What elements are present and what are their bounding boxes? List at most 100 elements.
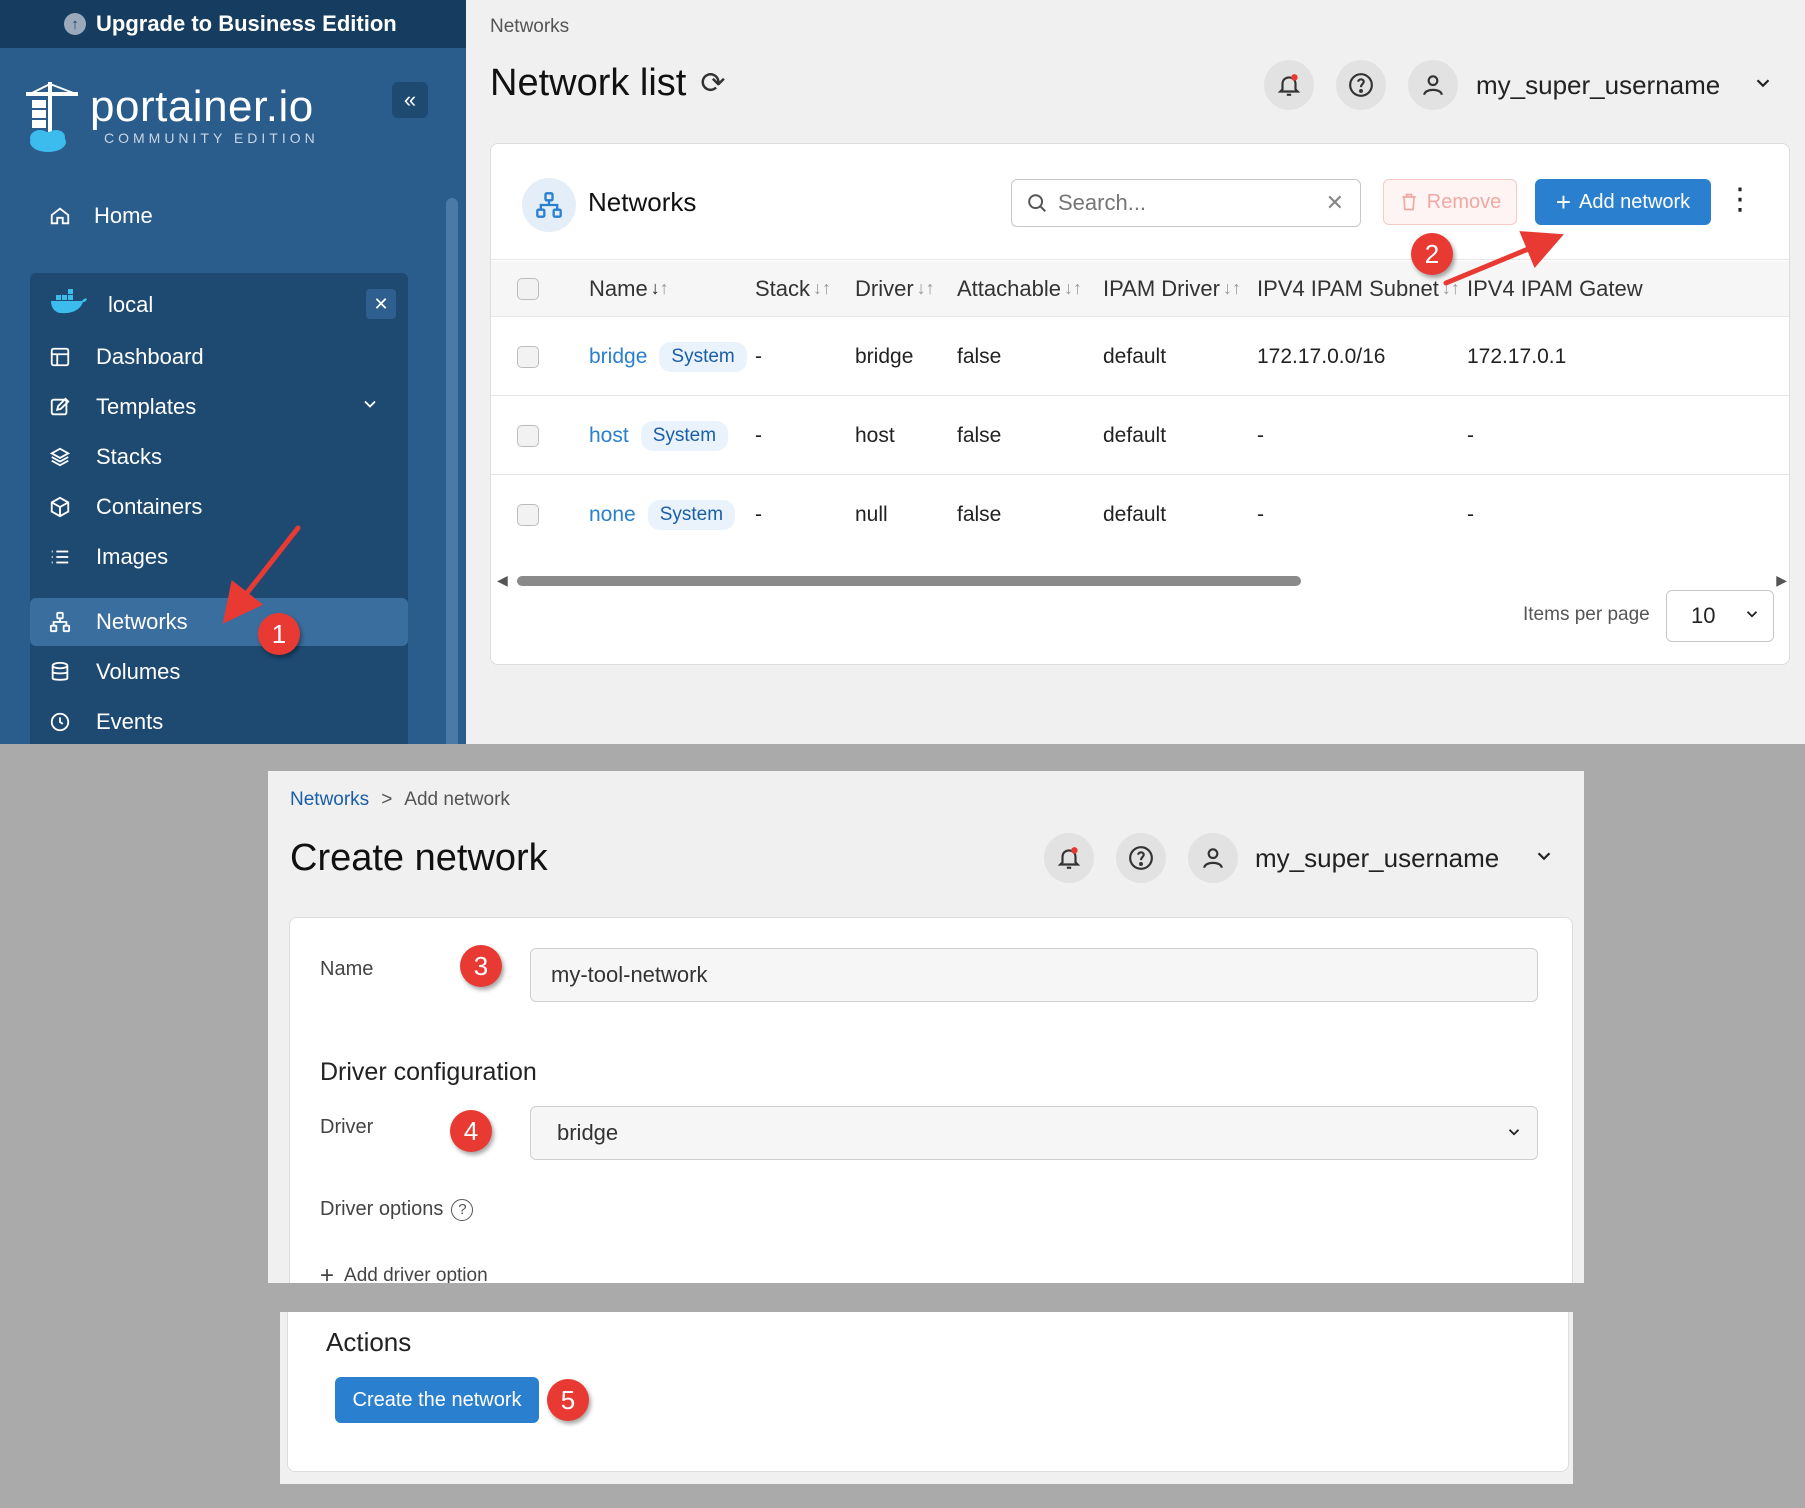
driver-configuration-title: Driver configuration (320, 1058, 537, 1086)
ipam-driver-cell: default (1103, 423, 1167, 447)
network-link[interactable]: bridge (589, 345, 647, 369)
page-title: Create network (290, 837, 548, 879)
driver-select[interactable]: bridge (530, 1106, 1538, 1160)
row-checkbox[interactable] (517, 318, 539, 395)
network-link[interactable]: host (589, 424, 629, 448)
close-icon: ✕ (373, 293, 389, 314)
sidebar-item-containers[interactable]: Containers (30, 483, 408, 531)
attachable-cell: false (957, 503, 1002, 526)
page-title-text: Network list (490, 62, 687, 104)
sort-icon: ↓↑ (1063, 278, 1082, 298)
add-driver-option-button[interactable]: + Add driver option (320, 1262, 488, 1283)
close-environment-button[interactable]: ✕ (366, 289, 396, 319)
sidebar: ↑ Upgrade to Business Edition portainer.… (0, 0, 466, 744)
chevron-down-icon[interactable] (1533, 845, 1555, 873)
sidebar-item-home[interactable]: Home (46, 196, 153, 236)
sidebar-item-networks[interactable]: Networks (30, 598, 408, 646)
remove-button[interactable]: Remove (1383, 179, 1517, 225)
sidebar-item-label: Volumes (96, 659, 181, 684)
help-button[interactable] (1116, 833, 1166, 883)
environment-header[interactable]: local (50, 285, 153, 325)
row-checkbox[interactable] (517, 397, 539, 474)
table-row: none System - null false default - - (491, 476, 1789, 554)
user-name[interactable]: my_super_username (1476, 70, 1720, 101)
name-input[interactable] (531, 962, 1537, 988)
attachable-cell: false (957, 423, 1002, 447)
upgrade-banner[interactable]: ↑ Upgrade to Business Edition (0, 0, 466, 48)
chevron-down-icon[interactable] (1752, 72, 1774, 100)
breadcrumb-current: Add network (404, 789, 510, 810)
sidebar-item-label: Templates (96, 394, 197, 419)
sidebar-scrollbar[interactable] (446, 198, 458, 744)
user-name[interactable]: my_super_username (1255, 843, 1499, 874)
search-icon (1028, 194, 1046, 212)
driver-cell: null (855, 503, 888, 526)
sort-icon: ↓↑ (1441, 278, 1460, 298)
name-field[interactable] (530, 948, 1538, 1002)
dashboard-icon (46, 346, 74, 368)
user-avatar[interactable] (1408, 60, 1458, 110)
items-per-page-select[interactable]: 10 (1666, 590, 1774, 642)
row-checkbox[interactable] (517, 476, 539, 554)
driver-value: bridge (557, 1120, 619, 1145)
column-header-name[interactable]: Name ↓↑ (589, 261, 669, 316)
page-title: Network list ⟳ (490, 62, 726, 105)
step-marker: 5 (547, 1379, 589, 1421)
step-marker: 4 (450, 1110, 492, 1152)
ipam-driver-cell: default (1103, 503, 1167, 526)
name-cell: bridge System (589, 318, 747, 395)
sidebar-item-label: Dashboard (96, 344, 204, 369)
subnet-cell: - (1257, 423, 1264, 447)
search-input[interactable] (1058, 190, 1308, 216)
card-header: Networks ✕ Remove + Add network ⋮ (491, 144, 1789, 260)
sort-icon: ↓↑ (813, 278, 832, 298)
chevron-down-icon (1505, 1123, 1523, 1146)
column-header-attachable[interactable]: Attachable ↓↑ (957, 261, 1082, 316)
help-button[interactable] (1336, 60, 1386, 110)
logo-subtitle: COMMUNITY EDITION (104, 130, 319, 146)
breadcrumb-networks-link[interactable]: Networks (290, 789, 369, 810)
more-options-icon[interactable]: ⋮ (1725, 182, 1755, 217)
select-all-checkbox[interactable] (517, 261, 539, 316)
sidebar-item-stacks[interactable]: Stacks (30, 433, 408, 481)
sidebar-item-label: Events (96, 709, 164, 734)
help-circle-icon[interactable]: ? (451, 1198, 474, 1221)
sort-icon: ↓↑ (650, 278, 669, 298)
home-icon (46, 205, 74, 227)
table-header: Name ↓↑ Stack ↓↑ Driver ↓↑ Attachable ↓↑ IPA… (491, 261, 1789, 317)
user-avatar[interactable] (1188, 833, 1238, 883)
subnet-cell: 172.17.0.0/16 (1257, 344, 1386, 368)
collapse-sidebar-button[interactable]: « (392, 82, 428, 118)
items-per-page-label: Items per page (1523, 604, 1650, 625)
scroll-left-icon[interactable]: ◀ (497, 572, 508, 589)
create-network-button[interactable]: Create the network (335, 1377, 539, 1423)
stacks-icon (46, 446, 74, 468)
chevron-down-icon[interactable] (360, 394, 380, 420)
main-content: Networks Network list ⟳ my_super_usernam… (466, 0, 1805, 744)
sidebar-item-events[interactable]: Events (30, 698, 408, 744)
sidebar-item-label: Networks (96, 609, 188, 634)
portainer-logo[interactable]: portainer.io COMMUNITY EDITION (26, 80, 346, 160)
column-header-driver[interactable]: Driver ↓↑ (855, 261, 935, 316)
networks-icon (46, 611, 74, 633)
sidebar-item-images[interactable]: Images (30, 533, 408, 581)
sidebar-item-dashboard[interactable]: Dashboard (30, 333, 408, 381)
sidebar-item-volumes[interactable]: Volumes (30, 648, 408, 696)
clear-search-icon[interactable]: ✕ (1326, 190, 1344, 216)
notifications-button[interactable] (1264, 60, 1314, 110)
horizontal-scrollbar[interactable]: ◀ ▶ (497, 572, 1787, 588)
scrollbar-thumb[interactable] (517, 576, 1301, 586)
network-link[interactable]: none (589, 503, 636, 527)
column-header-stack[interactable]: Stack ↓↑ (755, 261, 831, 316)
notifications-button[interactable] (1044, 833, 1094, 883)
help-circle-icon (1349, 73, 1373, 97)
refresh-icon[interactable]: ⟳ (700, 66, 725, 101)
driver-options-label: Driver options? (320, 1198, 474, 1221)
plus-icon: + (1555, 187, 1571, 217)
column-header-ipv4-gateway[interactable]: IPV4 IPAM Gatew (1467, 261, 1643, 316)
scroll-right-icon[interactable]: ▶ (1776, 572, 1787, 589)
add-network-button[interactable]: + Add network (1535, 179, 1711, 225)
sidebar-item-templates[interactable]: Templates (30, 383, 408, 431)
system-badge: System (647, 500, 736, 530)
column-header-ipam-driver[interactable]: IPAM Driver ↓↑ (1103, 261, 1241, 316)
